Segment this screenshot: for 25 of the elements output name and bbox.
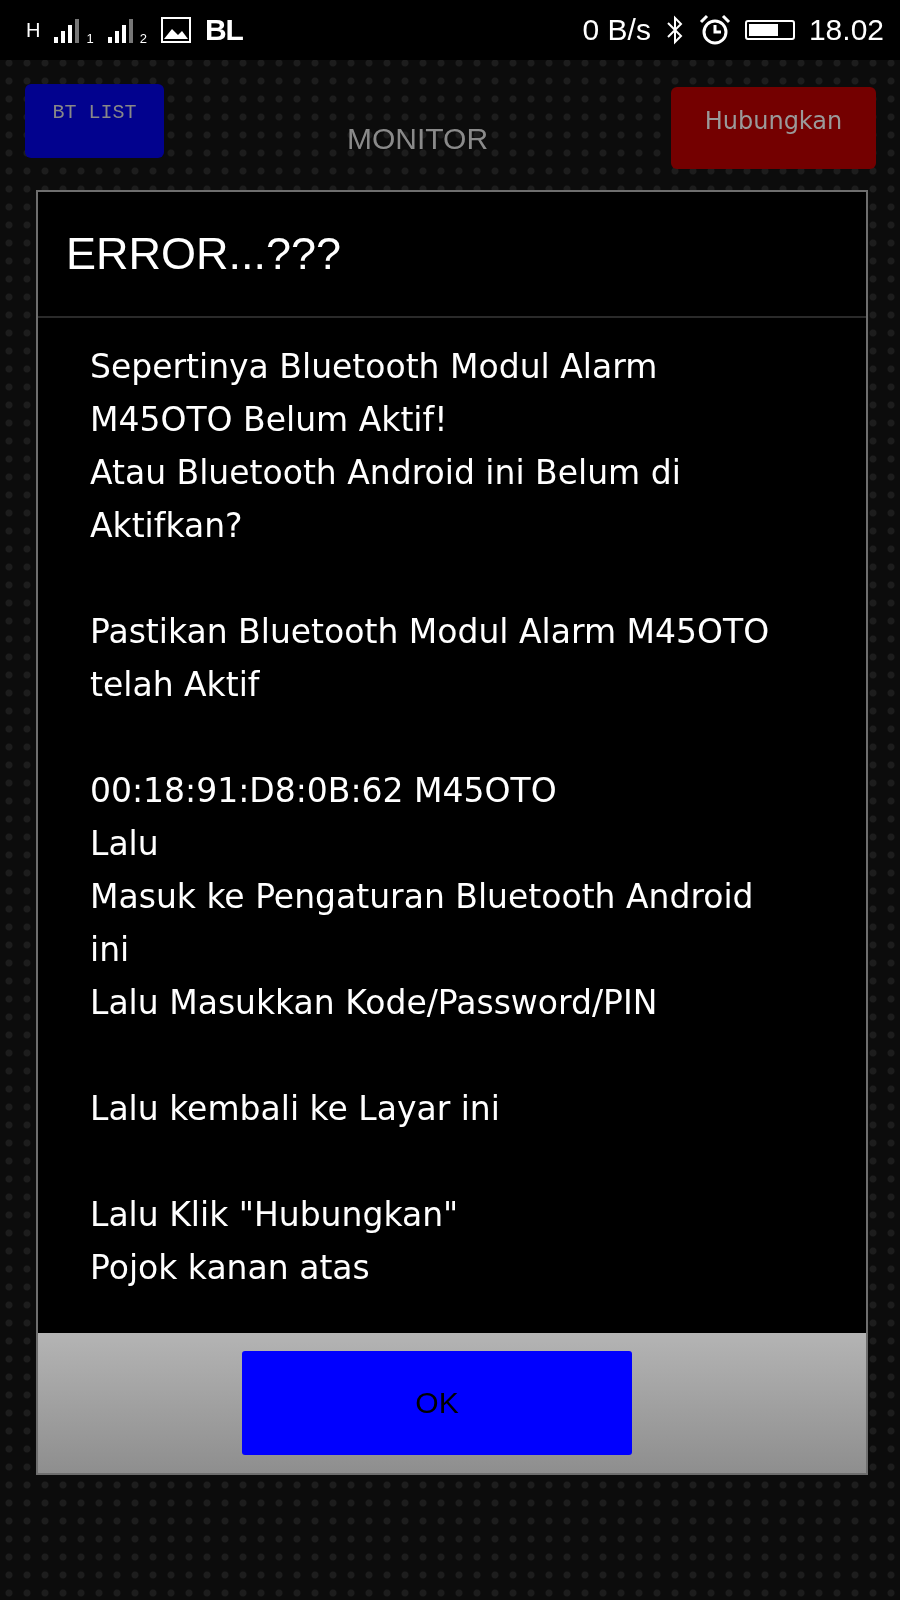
message-text: Pojok kanan atas <box>90 1247 371 1289</box>
message-text: 00:18:91:D8:0B:62 M45OTO <box>90 770 558 812</box>
message-text: Lalu <box>90 823 160 865</box>
message-text: Masuk ke Pengaturan Bluetooth Android ini <box>90 876 755 971</box>
message-text: Lalu Klik "Hubungkan" <box>90 1194 460 1236</box>
bluetooth-icon <box>664 14 685 46</box>
battery-icon <box>744 20 795 40</box>
message-text: Lalu Masukkan Kode/Password/PIN <box>90 982 659 1024</box>
ok-button[interactable]: OK <box>242 1351 632 1455</box>
network-speed: 0 B/s <box>582 13 651 47</box>
network-type: H <box>26 20 41 40</box>
alarm-clock-icon <box>698 14 731 46</box>
screen-title: MONITOR <box>345 122 490 156</box>
clock-time: 18.02 <box>808 13 884 47</box>
bt-list-button[interactable]: BT LIST <box>25 84 164 158</box>
message-text: Pastikan Bluetooth Modul Alarm M45OTO telah Aktif <box>90 611 771 706</box>
image-icon <box>160 17 191 43</box>
dialog-title: ERROR...??? <box>38 192 866 318</box>
message-text: Lalu kembali ke Layar ini <box>90 1088 501 1130</box>
sim-slot-label: 1 <box>86 31 94 46</box>
sim-slot-label: 2 <box>139 31 147 46</box>
carrier-label: BL <box>204 13 243 47</box>
message-text: Sepertinya Bluetooth Modul Alarm M45OTO Belum Aktif! <box>90 346 659 441</box>
message-text: Atau Bluetooth Android ini Belum di Aktifkan? <box>90 452 682 547</box>
connect-button[interactable]: Hubungkan <box>671 87 876 169</box>
